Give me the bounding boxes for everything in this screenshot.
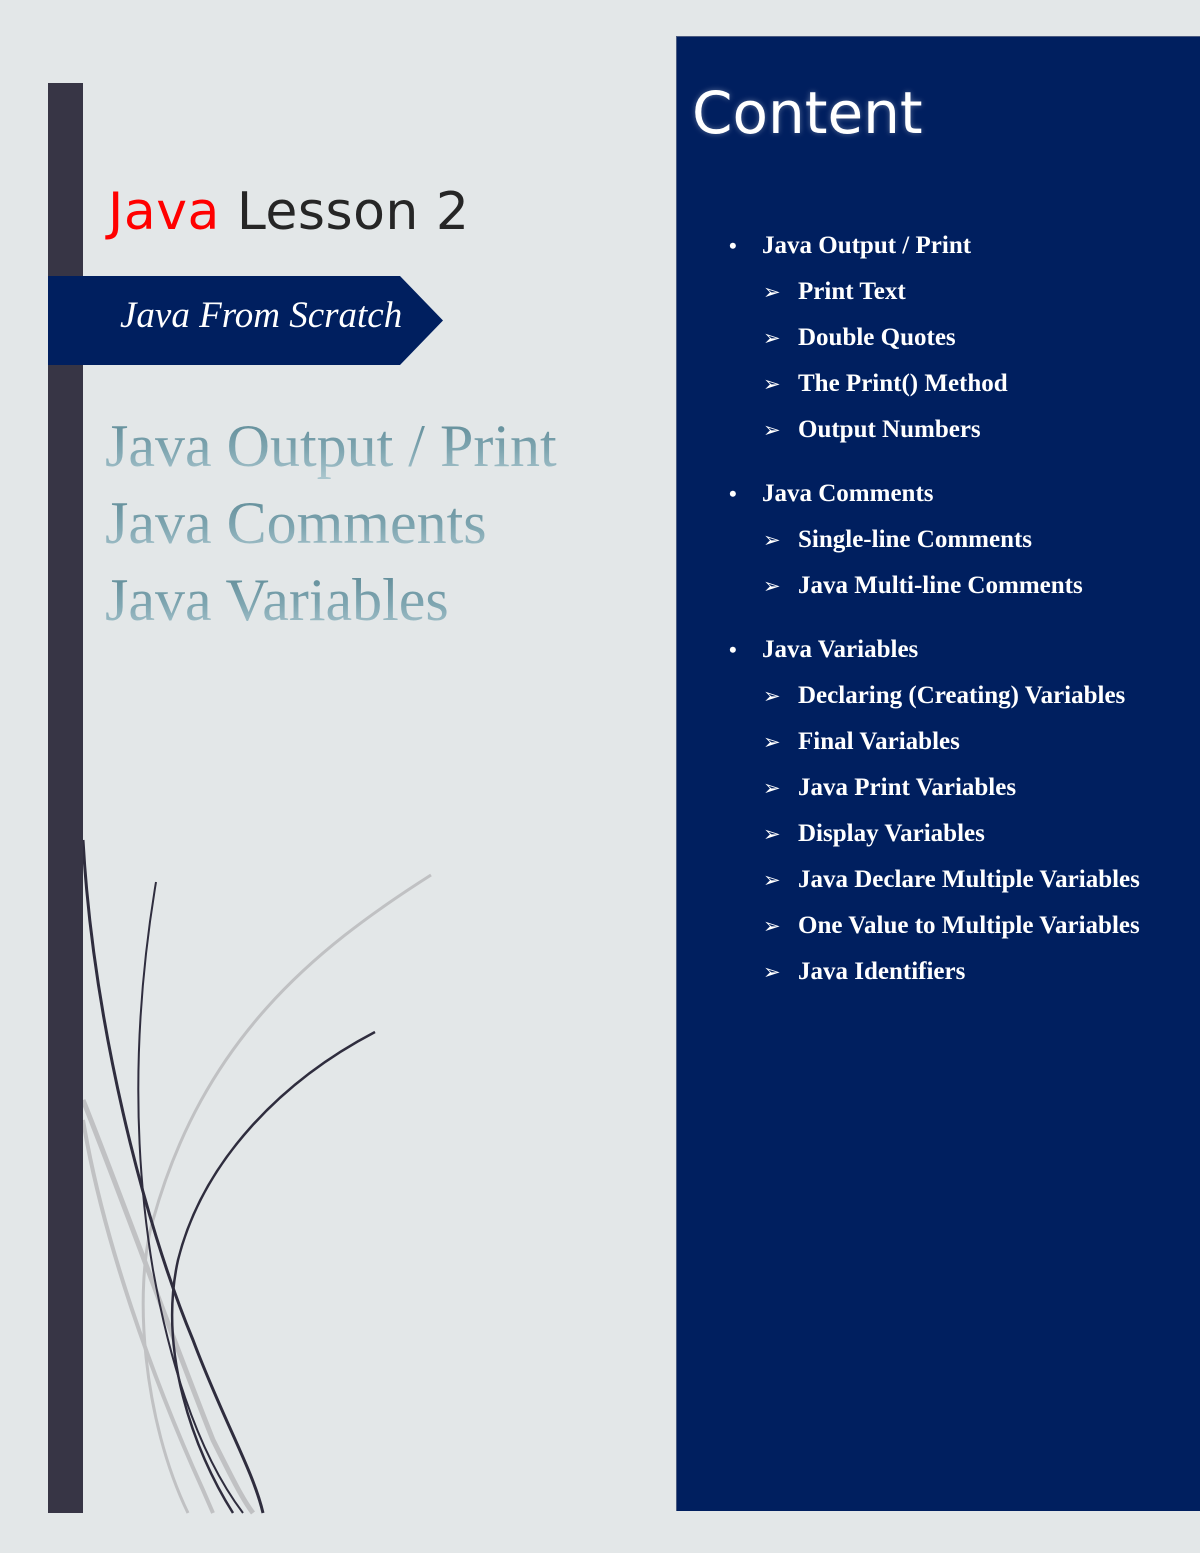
lesson-title: Java Lesson 2 [108,182,470,242]
bullet-icon: • [729,233,737,258]
curve-dark [83,839,265,1514]
toc-item: ➢ Single-line Comments [677,517,1200,563]
toc-item: ➢ Final Variables [677,719,1200,765]
arrow-bullet-icon: ➢ [763,528,781,552]
arrow-bullet-icon: ➢ [763,280,781,304]
toc-item: ➢ Print Text [677,269,1200,315]
content-panel: Content • Java Output / Print ➢ Print Text… [676,36,1200,1511]
arrow-bullet-icon: ➢ [763,418,781,442]
topic-title: Java Comments [105,485,557,562]
topic-list: Java Output / Print Java Comments Java V… [105,408,557,639]
bullet-icon: • [729,481,737,506]
banner-text: Java From Scratch [120,295,403,336]
arrow-bullet-icon: ➢ [763,914,781,938]
arrow-bullet-icon: ➢ [763,868,781,892]
bullet-icon: • [729,637,737,662]
toc-section: • Java Variables ➢ Declaring (Creating) Va… [677,627,1200,995]
toc-item: ➢ Double Quotes [677,315,1200,361]
arrow-bullet-icon: ➢ [763,372,781,396]
toc-item: ➢ Output Numbers [677,407,1200,453]
curve-gray [83,1119,215,1514]
toc-item: ➢ Java Identifiers [677,949,1200,995]
arrow-bullet-icon: ➢ [763,730,781,754]
toc-section-title: • Java Variables [677,627,1200,673]
title-accent: Java [108,182,220,242]
curve-dark [137,881,244,1514]
subtitle-banner: Java From Scratch [48,276,443,365]
toc-item: ➢ Java Declare Multiple Variables [677,857,1200,903]
toc-section: • Java Comments ➢ Single-line Comments ➢ Ja… [677,471,1200,609]
curve-gray [83,1099,255,1515]
toc-section: • Java Output / Print ➢ Print Text ➢ Double… [677,223,1200,453]
toc-item: ➢ Java Print Variables [677,765,1200,811]
toc-section-title: • Java Comments [677,471,1200,517]
toc-item: ➢ Declaring (Creating) Variables [677,673,1200,719]
toc-item: ➢ One Value to Multiple Variables [677,903,1200,949]
toc-item: ➢ Java Multi-line Comments [677,563,1200,609]
toc-item: ➢ Display Variables [677,811,1200,857]
arrow-bullet-icon: ➢ [763,574,781,598]
curve-gray [141,873,432,1514]
arrow-bullet-icon: ➢ [763,326,781,350]
table-of-contents: • Java Output / Print ➢ Print Text ➢ Double… [677,223,1200,1013]
content-heading: Content [692,79,923,147]
topic-title: Java Variables [105,562,557,639]
arrow-bullet-icon: ➢ [763,684,781,708]
arrow-bullet-icon: ➢ [763,776,781,800]
toc-item: ➢ The Print() Method [677,361,1200,407]
arrow-bullet-icon: ➢ [763,960,781,984]
arrow-bullet-icon: ➢ [763,822,781,846]
decorative-curves [83,839,432,1515]
toc-section-title: • Java Output / Print [677,223,1200,269]
title-rest: Lesson 2 [219,182,470,242]
topic-title: Java Output / Print [105,408,557,485]
